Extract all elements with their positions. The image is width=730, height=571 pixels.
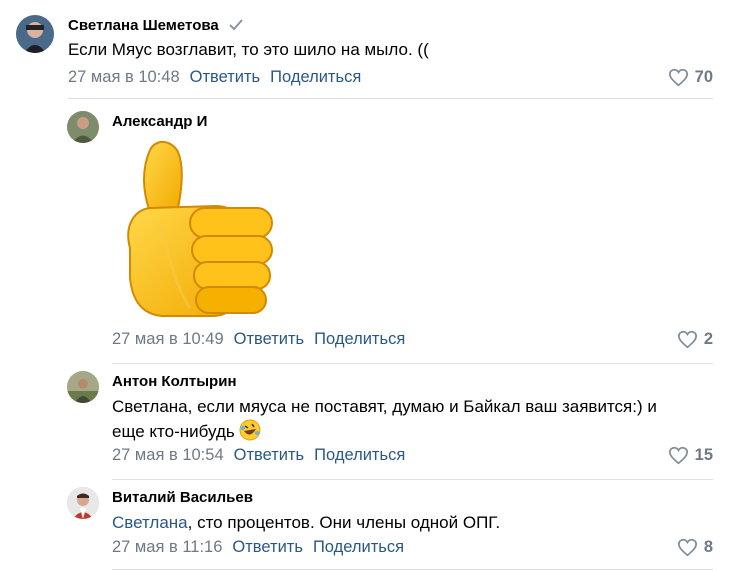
thumbs-up-sticker bbox=[120, 138, 276, 318]
share-button[interactable]: Поделиться bbox=[314, 330, 405, 348]
divider bbox=[112, 363, 713, 364]
comment-meta: 27 мая в 10:54 Ответить Поделиться bbox=[112, 446, 405, 465]
rofl-emoji-icon bbox=[239, 419, 261, 448]
heart-icon bbox=[668, 68, 688, 87]
reply-button[interactable]: Ответить bbox=[232, 538, 303, 556]
avatar[interactable] bbox=[16, 15, 54, 53]
share-button[interactable]: Поделиться bbox=[270, 68, 361, 86]
like-button[interactable]: 15 bbox=[668, 446, 713, 465]
avatar[interactable] bbox=[67, 111, 99, 143]
comment-date[interactable]: 27 мая в 10:48 bbox=[68, 68, 180, 86]
reply-button[interactable]: Ответить bbox=[234, 446, 305, 464]
comment: Виталий Васильев Светлана, сто процентов… bbox=[0, 481, 730, 571]
comment-text: Светлана, сто процентов. Они члены одной… bbox=[112, 510, 500, 535]
comment-meta: 27 мая в 10:48 Ответить Поделиться bbox=[68, 68, 361, 87]
comment-author[interactable]: Виталий Васильев bbox=[112, 489, 253, 506]
comment: Светлана Шеметова Если Мяус возглавит, т… bbox=[0, 0, 730, 100]
verified-icon bbox=[229, 18, 243, 35]
comment: Александр И 27 мая в 10:49 Ответить Подели… bbox=[0, 100, 730, 365]
share-button[interactable]: Поделиться bbox=[313, 538, 404, 556]
comment-meta: 27 мая в 11:16 Ответить Поделиться bbox=[112, 538, 404, 557]
like-count: 8 bbox=[703, 538, 713, 556]
share-button[interactable]: Поделиться bbox=[314, 446, 405, 464]
heart-icon bbox=[677, 330, 697, 349]
comment-text: Светлана, если мяуса не поставят, думаю … bbox=[112, 394, 712, 448]
mention-link[interactable]: Светлана bbox=[112, 513, 188, 532]
avatar[interactable] bbox=[67, 371, 99, 403]
divider bbox=[68, 98, 713, 99]
comment-meta: 27 мая в 10:49 Ответить Поделиться bbox=[112, 330, 405, 349]
comment-text: Если Мяус возглавит, то это шило на мыло… bbox=[68, 40, 429, 59]
reply-button[interactable]: Ответить bbox=[190, 68, 261, 86]
comment-author[interactable]: Светлана Шеметова bbox=[68, 17, 243, 35]
like-count: 70 bbox=[694, 68, 713, 86]
reply-button[interactable]: Ответить bbox=[234, 330, 305, 348]
like-button[interactable]: 8 bbox=[677, 538, 713, 557]
like-button[interactable]: 70 bbox=[668, 68, 713, 87]
comment: Антон Колтырин Светлана, если мяуса не п… bbox=[0, 365, 730, 481]
like-count: 2 bbox=[703, 330, 713, 348]
divider bbox=[112, 569, 713, 570]
comment-date[interactable]: 27 мая в 10:49 bbox=[112, 330, 224, 348]
comment-date[interactable]: 27 мая в 11:16 bbox=[112, 538, 222, 556]
comment-text-line: Светлана, если мяуса не поставят, думаю … bbox=[112, 397, 657, 416]
comment-text-line: еще кто-нибудь bbox=[112, 419, 712, 448]
author-name[interactable]: Светлана Шеметова bbox=[68, 17, 219, 34]
comment-date[interactable]: 27 мая в 10:54 bbox=[112, 446, 224, 464]
comment-author[interactable]: Александр И bbox=[112, 113, 207, 130]
comment-text-line2: еще кто-нибудь bbox=[112, 422, 235, 441]
comment-text-body: , сто процентов. Они члены одной ОПГ. bbox=[187, 513, 501, 532]
heart-icon bbox=[668, 446, 688, 465]
divider bbox=[112, 479, 713, 480]
like-count: 15 bbox=[694, 446, 713, 464]
comment-author[interactable]: Антон Колтырин bbox=[112, 373, 237, 390]
avatar[interactable] bbox=[67, 487, 99, 519]
heart-icon bbox=[677, 538, 697, 557]
like-button[interactable]: 2 bbox=[677, 330, 713, 349]
